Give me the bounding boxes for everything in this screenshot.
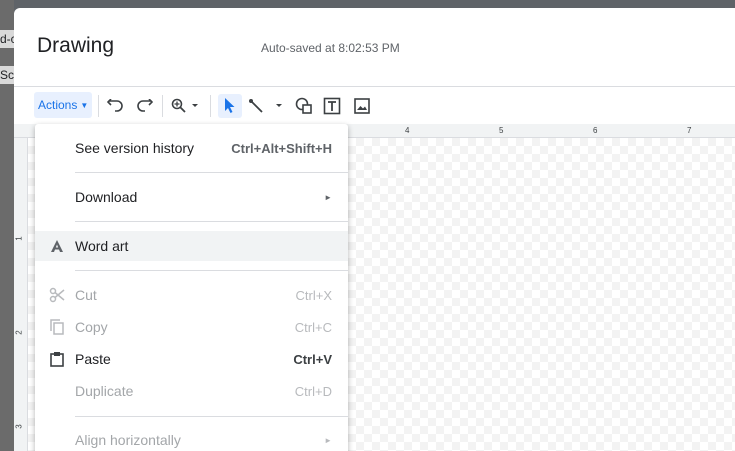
actions-label: Actions [38,98,78,112]
shape-icon [295,97,312,114]
submenu-arrow-icon: ► [324,435,332,445]
menu-divider [75,270,348,271]
image-button[interactable] [350,94,374,118]
toolbar-divider [210,95,211,117]
menu-item-shortcut: Ctrl+X [295,287,332,303]
clipboard-icon [49,351,65,367]
undo-icon [107,99,123,112]
menu-item-copy[interactable]: Copy Ctrl+C [35,312,348,342]
redo-icon [137,99,153,112]
menu-item-label: Paste [75,351,111,367]
menu-item-word-art[interactable]: Word art [35,231,348,261]
toolbar-divider [98,95,99,117]
drawing-toolbar: Actions ▼ [14,86,735,124]
select-arrow-icon [225,98,235,113]
submenu-arrow-icon: ► [324,192,332,202]
actions-menu-button[interactable]: Actions ▼ [34,92,93,118]
menu-item-label: Cut [75,287,97,303]
ruler-number: 6 [593,126,598,135]
background-text-fragment: Sc [0,66,14,84]
zoom-button[interactable] [168,94,204,118]
autosave-status: Auto-saved at 8:02:53 PM [261,41,400,55]
ruler-number: 1 [14,236,24,241]
toolbar-divider [162,95,163,117]
menu-item-paste[interactable]: Paste Ctrl+V [35,344,348,374]
redo-button[interactable] [132,94,156,118]
menu-item-version-history[interactable]: See version history Ctrl+Alt+Shift+H [35,133,348,163]
copy-icon [49,319,65,335]
menu-item-download[interactable]: Download ► [35,182,348,212]
menu-item-shortcut: Ctrl+D [294,383,332,399]
menu-item-shortcut: Ctrl+C [294,319,332,335]
menu-item-label: Download [75,189,138,205]
select-tool-button[interactable] [218,94,242,118]
word-art-icon [49,238,65,254]
shape-tool-button[interactable] [292,94,316,118]
actions-dropdown-menu: See version history Ctrl+Alt+Shift+H Dow… [35,124,348,451]
menu-item-align-horizontally[interactable]: Align horizontally ► [35,425,348,451]
zoom-icon [171,98,198,113]
drawing-dialog: Drawing Auto-saved at 8:02:53 PM Actions… [14,8,735,451]
image-icon [354,98,370,114]
dialog-title: Drawing [37,34,115,57]
scissors-icon [49,287,65,303]
menu-item-shortcut: Ctrl+Alt+Shift+H [231,140,332,156]
vertical-ruler: 1 2 3 [14,138,28,451]
ruler-number: 5 [499,126,504,135]
text-box-icon [323,97,341,115]
undo-button[interactable] [104,94,128,118]
menu-item-label: Copy [75,319,108,335]
menu-divider [75,172,348,173]
menu-item-duplicate[interactable]: Duplicate Ctrl+D [35,376,348,406]
background-text-fragment: d-c [0,30,14,48]
menu-item-label: Word art [75,238,129,254]
menu-item-label: Duplicate [75,383,134,399]
ruler-number: 2 [14,330,24,335]
menu-item-label: See version history [75,140,195,156]
line-tool-button[interactable] [246,94,286,118]
ruler-number: 7 [687,126,692,135]
ruler-number: 4 [405,126,410,135]
background-window: d-c Sc [0,0,14,451]
menu-item-label: Align horizontally [75,432,181,448]
line-icon [249,99,282,113]
ruler-number: 3 [14,424,24,429]
chevron-down-icon: ▼ [80,100,89,110]
text-box-button[interactable] [320,94,344,118]
menu-divider [75,221,348,222]
menu-item-shortcut: Ctrl+V [293,351,332,367]
menu-item-cut[interactable]: Cut Ctrl+X [35,280,348,310]
menu-divider [75,416,348,417]
